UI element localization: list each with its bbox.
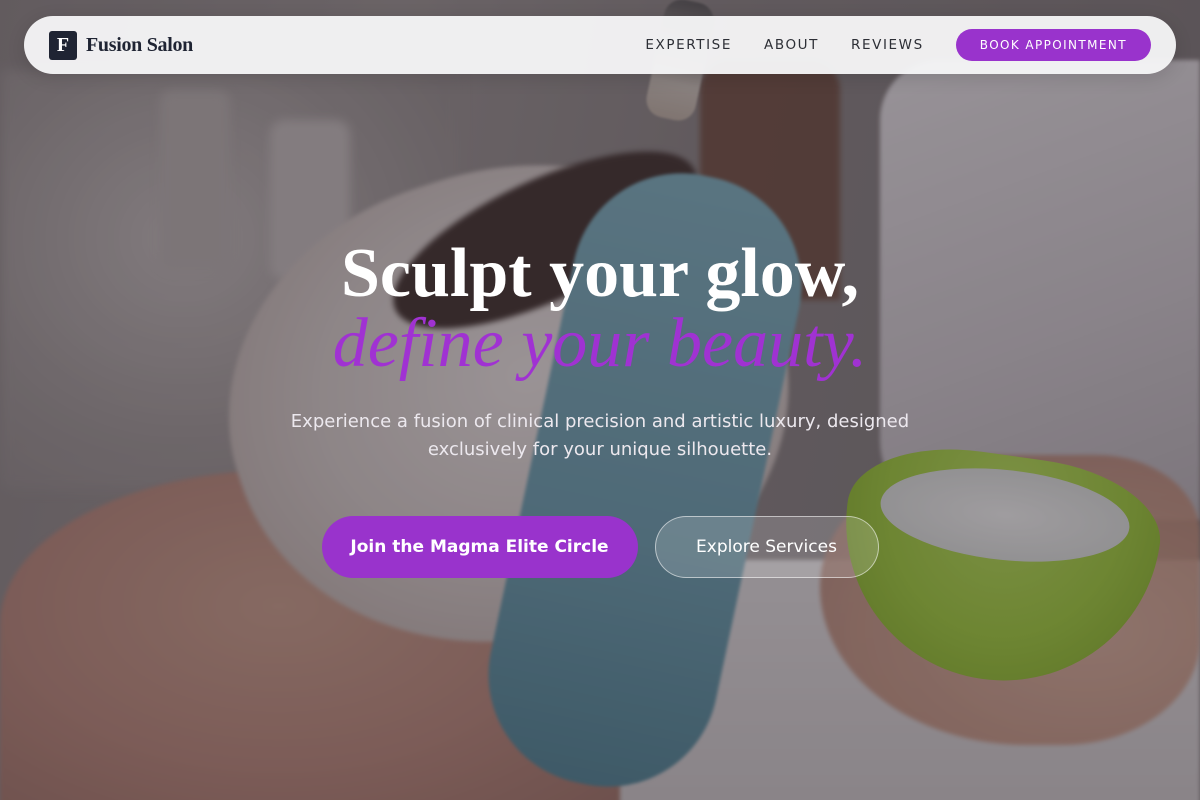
join-elite-circle-button[interactable]: Join the Magma Elite Circle <box>321 516 638 578</box>
explore-services-button[interactable]: Explore Services <box>654 516 879 578</box>
hero-cta-group: Join the Magma Elite Circle Explore Serv… <box>0 516 1200 578</box>
hero-subtext: Experience a fusion of clinical precisio… <box>290 411 910 460</box>
top-navigation: F Fusion Salon EXPERTISE ABOUT REVIEWS B… <box>24 16 1176 74</box>
brand-mark-icon: F <box>49 30 77 60</box>
nav-menu: EXPERTISE ABOUT REVIEWS BOOK APPOINTMENT <box>645 29 1151 61</box>
hero-headline-accent: define your beauty. <box>332 305 868 382</box>
nav-link-about[interactable]: ABOUT <box>764 37 819 53</box>
hero-section: Sculpt your glow, define your beauty. Ex… <box>0 236 1200 578</box>
nav-link-expertise[interactable]: EXPERTISE <box>645 37 732 53</box>
brand-logo[interactable]: F Fusion Salon <box>49 30 194 60</box>
nav-link-reviews[interactable]: REVIEWS <box>851 37 924 53</box>
brand-name: Fusion Salon <box>86 33 194 56</box>
book-appointment-button[interactable]: BOOK APPOINTMENT <box>955 29 1151 61</box>
hero-headline: Sculpt your glow, <box>341 235 859 312</box>
